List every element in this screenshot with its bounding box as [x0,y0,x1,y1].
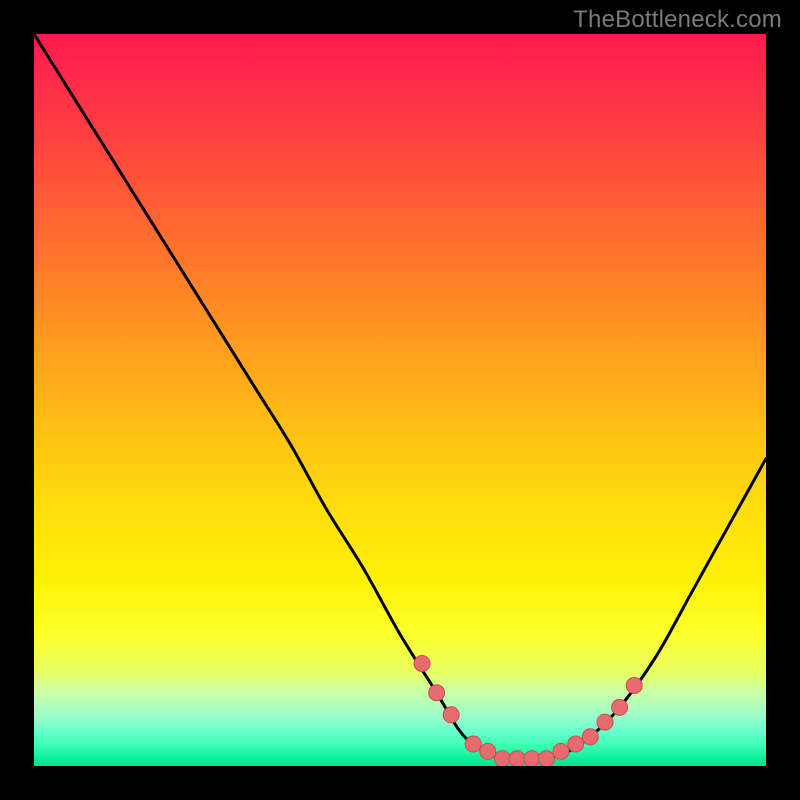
marker-dot [495,751,511,766]
marker-dot [568,736,584,752]
marker-dot [553,743,569,759]
curve-layer [34,34,766,759]
highlight-markers [414,656,642,767]
marker-dot [465,736,481,752]
watermark-text: TheBottleneck.com [573,6,782,34]
marker-dot [597,714,613,730]
marker-dot [626,678,642,694]
marker-dot [582,729,598,745]
bottleneck-curve-path [34,34,766,759]
marker-dot [429,685,445,701]
marker-dot [524,751,540,766]
marker-dot [480,743,496,759]
plot-area [34,34,766,766]
marker-dot [414,656,430,672]
marker-dot [612,699,628,715]
marker-dot [443,707,459,723]
marker-dot [538,751,554,766]
chart-svg [34,34,766,766]
outer-frame: TheBottleneck.com [0,0,800,800]
marker-dot [509,751,525,766]
